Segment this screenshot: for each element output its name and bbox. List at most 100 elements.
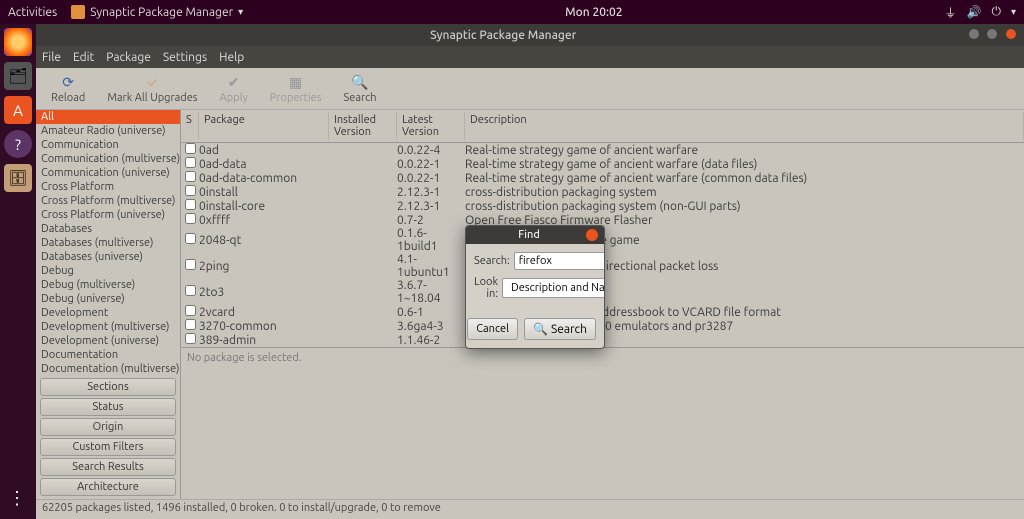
minimize-icon[interactable] <box>969 29 979 39</box>
appmenu-button[interactable]: Synaptic Package Manager ▾ <box>71 5 243 19</box>
sections-button[interactable]: Sections <box>40 378 176 396</box>
power-icon[interactable]: ⏻ <box>991 5 1001 19</box>
properties-button: ▦Properties <box>259 70 333 107</box>
category-item[interactable]: Databases (universe) <box>36 250 180 264</box>
category-item[interactable]: Debug <box>36 264 180 278</box>
archive-launcher-icon[interactable]: 🗄 <box>4 164 32 192</box>
package-checkbox[interactable] <box>185 285 196 296</box>
category-item[interactable]: Development <box>36 306 180 320</box>
category-item[interactable]: Cross Platform (multiverse) <box>36 194 180 208</box>
category-item[interactable]: Development (universe) <box>36 334 180 348</box>
category-item[interactable]: Databases (multiverse) <box>36 236 180 250</box>
latest-version: 0.7-2 <box>397 214 465 227</box>
package-checkbox[interactable] <box>185 259 196 270</box>
package-checkbox[interactable] <box>185 199 196 210</box>
category-item[interactable]: Databases <box>36 222 180 236</box>
latest-version: 2.12.3-1 <box>397 186 465 199</box>
latest-version: 0.6-1 <box>397 306 465 319</box>
category-item[interactable]: Documentation <box>36 348 180 362</box>
clock-label[interactable]: Mon 20:02 <box>243 6 944 19</box>
toolbar: ⟳Reload ✓Mark All Upgrades ✔Apply ▦Prope… <box>36 68 1024 110</box>
package-checkbox[interactable] <box>185 143 196 154</box>
package-row[interactable]: 0ad-data0.0.22-1Real-time strategy game … <box>181 157 1024 171</box>
search-icon: 🔍 <box>533 322 548 336</box>
package-checkbox[interactable] <box>185 171 196 182</box>
col-status[interactable]: S <box>181 112 199 140</box>
software-launcher-icon[interactable]: A <box>4 96 32 124</box>
menu-edit[interactable]: Edit <box>73 51 94 64</box>
dialog-search-button[interactable]: 🔍Search <box>524 318 596 340</box>
help-launcher-icon[interactable]: ? <box>4 130 32 158</box>
category-item[interactable]: Cross Platform (universe) <box>36 208 180 222</box>
latest-version: 3.6ga4-3 <box>397 320 465 333</box>
sidebar: AllAmateur Radio (universe)Communication… <box>36 110 181 499</box>
menu-help[interactable]: Help <box>219 51 244 64</box>
package-row[interactable]: 0ad0.0.22-4Real-time strategy game of an… <box>181 143 1024 157</box>
category-item[interactable]: All <box>36 110 180 124</box>
dialog-title: Find <box>472 229 586 241</box>
search-input[interactable] <box>514 252 605 270</box>
search-button[interactable]: 🔍Search <box>332 70 387 107</box>
upgrade-icon: ✓ <box>143 73 161 91</box>
col-installed-version[interactable]: Installed Version <box>329 112 397 140</box>
col-latest-version[interactable]: Latest Version <box>397 112 465 140</box>
menu-settings[interactable]: Settings <box>163 51 207 64</box>
category-item[interactable]: Debug (multiverse) <box>36 278 180 292</box>
package-checkbox[interactable] <box>185 185 196 196</box>
maximize-icon[interactable] <box>987 29 997 39</box>
category-item[interactable]: Development (multiverse) <box>36 320 180 334</box>
status-button[interactable]: Status <box>40 398 176 416</box>
category-item[interactable]: Documentation (multiverse) <box>36 362 180 375</box>
network-icon[interactable]: ⏚ <box>945 4 957 21</box>
chevron-down-icon[interactable]: ▾ <box>1011 6 1016 18</box>
package-row[interactable]: 0install2.12.3-1cross-distribution packa… <box>181 185 1024 199</box>
package-row[interactable]: 0ad-data-common0.0.22-1Real-time strateg… <box>181 171 1024 185</box>
package-checkbox[interactable] <box>185 305 196 316</box>
dialog-titlebar[interactable]: Find <box>466 226 604 244</box>
category-item[interactable]: Amateur Radio (universe) <box>36 124 180 138</box>
col-package[interactable]: Package <box>199 112 329 140</box>
menu-file[interactable]: File <box>42 51 61 64</box>
custom-filters-button[interactable]: Custom Filters <box>40 438 176 456</box>
window-titlebar[interactable]: Synaptic Package Manager <box>36 24 1024 46</box>
search-results-button[interactable]: Search Results <box>40 458 176 476</box>
package-name: 2vcard <box>199 306 329 319</box>
origin-button[interactable]: Origin <box>40 418 176 436</box>
mark-all-upgrades-button[interactable]: ✓Mark All Upgrades <box>96 70 208 107</box>
package-checkbox[interactable] <box>185 157 196 168</box>
dialog-close-icon[interactable] <box>586 229 598 241</box>
category-item[interactable]: Communication <box>36 138 180 152</box>
cancel-button[interactable]: Cancel <box>467 318 518 340</box>
col-description[interactable]: Description <box>465 112 1024 140</box>
category-item[interactable]: Communication (multiverse) <box>36 152 180 166</box>
category-item[interactable]: Cross Platform <box>36 180 180 194</box>
volume-icon[interactable]: 🔊 <box>967 5 982 19</box>
package-name: 389-admin <box>199 334 329 347</box>
latest-version: 3.6.7-1~18.04 <box>397 279 465 305</box>
package-description: Real-time strategy game of ancient warfa… <box>465 172 1024 185</box>
architecture-button[interactable]: Architecture <box>40 478 176 496</box>
menu-package[interactable]: Package <box>106 51 151 64</box>
package-checkbox[interactable] <box>185 319 196 330</box>
package-row[interactable]: 0install-core2.12.3-1cross-distribution … <box>181 199 1024 213</box>
files-launcher-icon[interactable]: 🗂 <box>4 62 32 90</box>
package-checkbox[interactable] <box>185 213 196 224</box>
category-item[interactable]: Communication (universe) <box>36 166 180 180</box>
package-checkbox[interactable] <box>185 233 196 244</box>
activities-button[interactable]: Activities <box>8 6 57 19</box>
package-checkbox[interactable] <box>185 333 196 344</box>
lookin-select[interactable]: Description and Name <box>502 278 605 298</box>
latest-version: 0.0.22-1 <box>397 158 465 171</box>
appmenu-label: Synaptic Package Manager <box>90 6 233 19</box>
apply-icon: ✔ <box>225 73 243 91</box>
window-title: Synaptic Package Manager <box>44 29 963 42</box>
synaptic-icon <box>71 5 85 19</box>
package-list-header[interactable]: S Package Installed Version Latest Versi… <box>181 110 1024 143</box>
close-icon[interactable] <box>1006 29 1016 39</box>
firefox-launcher-icon[interactable] <box>4 28 32 56</box>
category-list[interactable]: AllAmateur Radio (universe)Communication… <box>36 110 180 375</box>
latest-version: 1.1.46-2 <box>397 334 465 347</box>
category-item[interactable]: Debug (universe) <box>36 292 180 306</box>
package-description: cross-distribution packaging system (non… <box>465 200 1024 213</box>
reload-button[interactable]: ⟳Reload <box>40 70 96 107</box>
